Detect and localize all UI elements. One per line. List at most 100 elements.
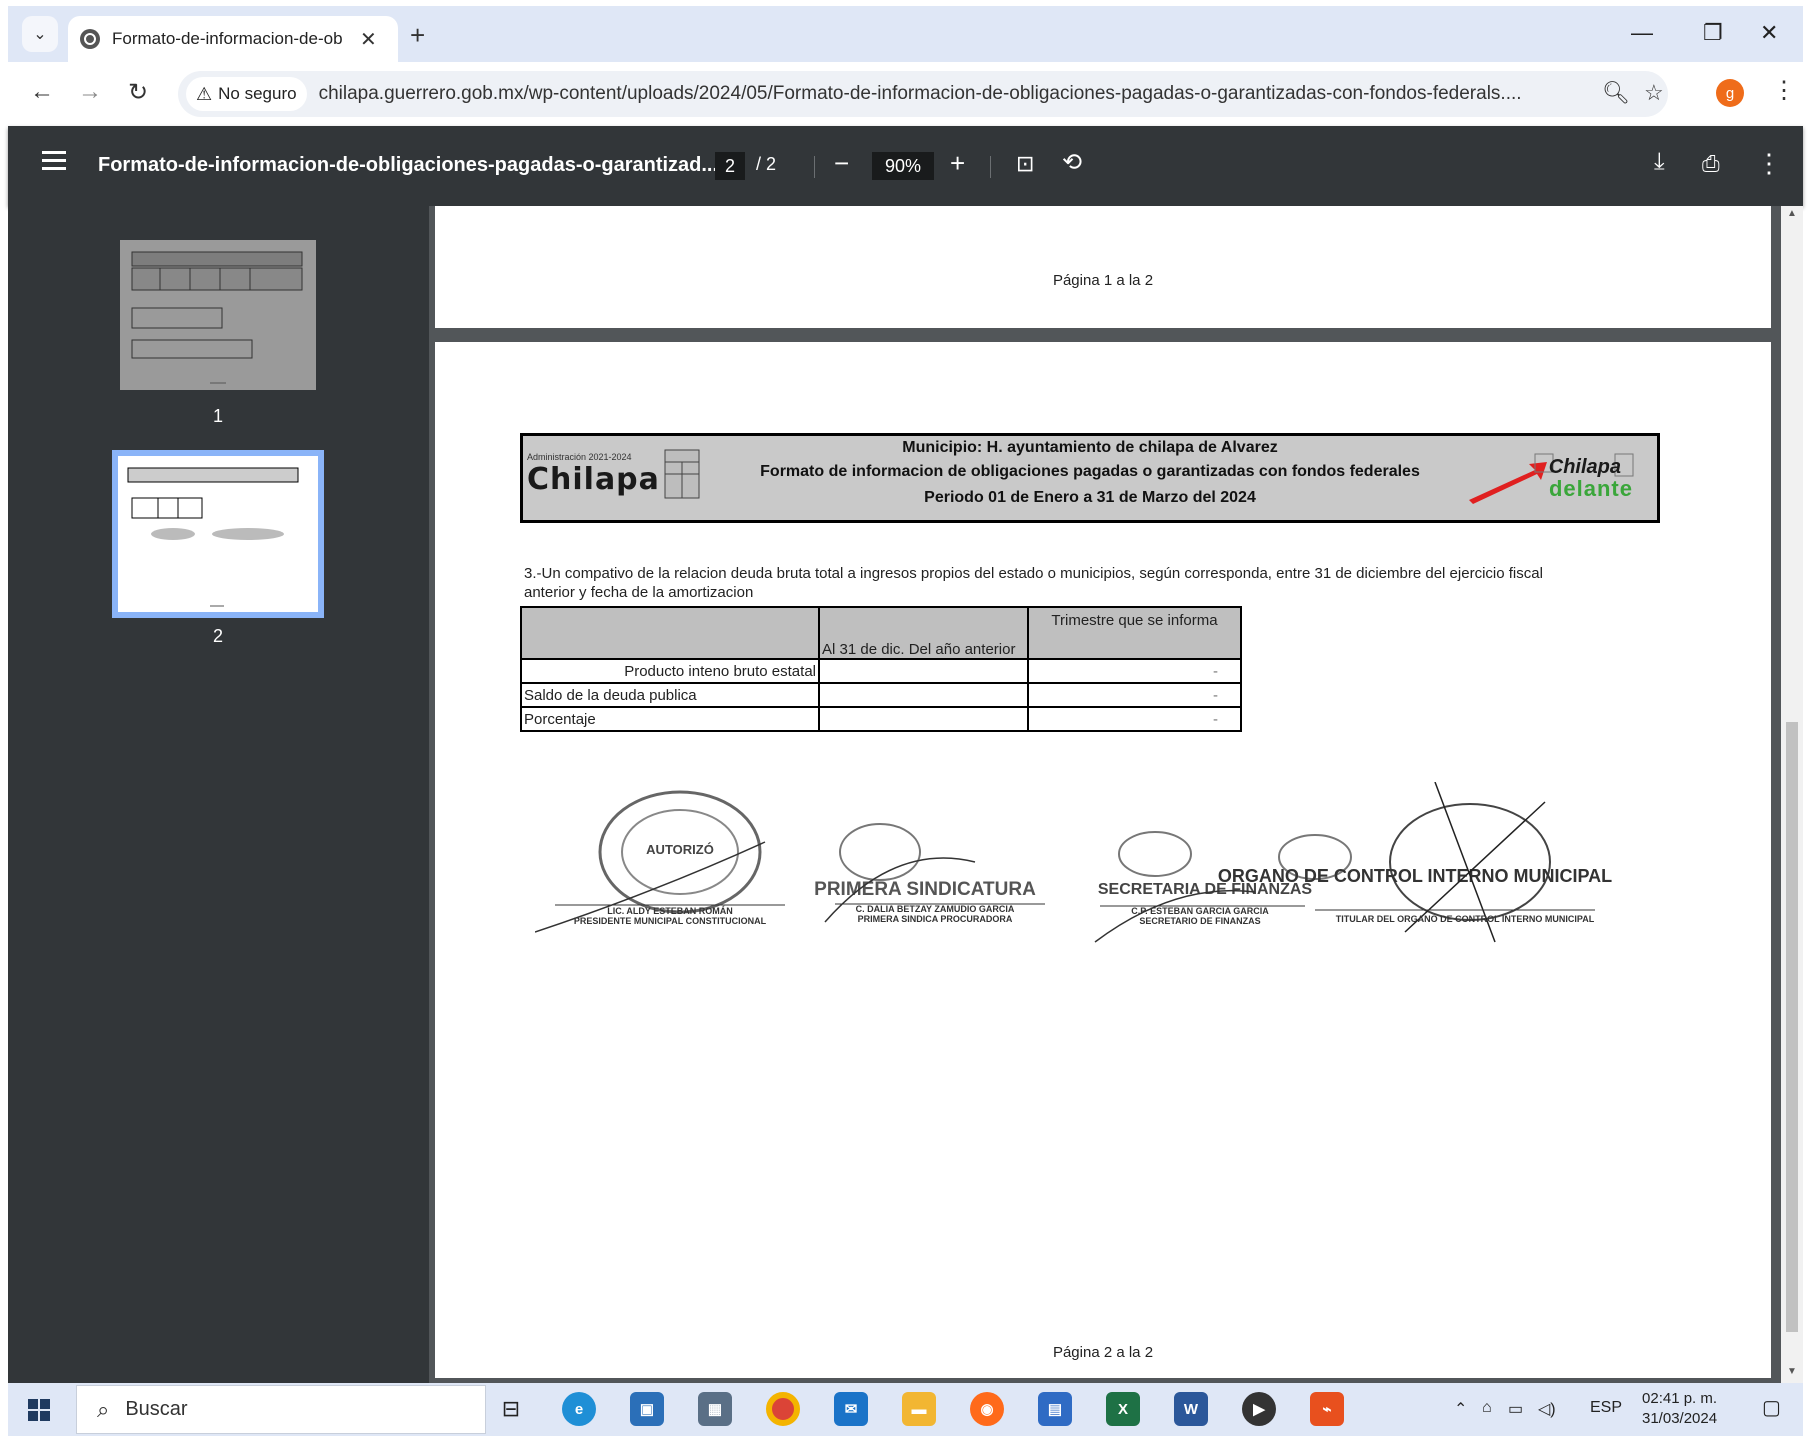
profile-avatar[interactable]: g [1716,79,1744,107]
thumbnail-2-preview [127,467,299,607]
zoom-level-input[interactable]: 90% [872,152,934,180]
url-text[interactable]: chilapa.guerrero.gob.mx/wp-content/uploa… [319,83,1589,105]
browser-tab[interactable]: Formato-de-informacion-de-ob ✕ [68,16,398,62]
notifications-icon[interactable]: ▢ [1762,1395,1781,1420]
firefox-icon[interactable]: ◉ [970,1392,1004,1426]
thumbnail-page-1[interactable] [120,240,316,390]
chrome-icon[interactable] [766,1392,800,1426]
download-icon[interactable]: ⤓ [1654,148,1665,176]
battery-icon[interactable]: ⌂ [1482,1399,1492,1417]
thumbnail-2-label: 2 [213,626,224,646]
security-label: No seguro [218,84,297,103]
fit-page-icon[interactable]: ⊡ [1016,151,1034,177]
viewer-scrollbar[interactable]: ▲ ▼ [1781,206,1803,1383]
back-button[interactable]: ← [30,78,54,106]
debt-comparison-table: Al 31 de dic. Del año anterior Trimestre… [520,606,1242,732]
tab-search-button[interactable]: ⌄ [22,16,58,52]
thumbnail-1-preview [131,251,303,384]
row-prior-value [818,658,1029,684]
sig2-role: PRIMERA SINDICA PROCURADORA [858,914,1013,924]
pdf-app-icon[interactable]: ⌁ [1310,1392,1344,1426]
signatures-block: AUTORIZÓ LIC. ALDY ESTEBAN ROMÁN PRESIDE… [535,782,1612,943]
zoom-out-icon[interactable]: − [834,148,849,179]
reload-button[interactable]: ↻ [128,78,148,107]
sidebar-toggle-icon[interactable] [42,151,66,171]
forward-button[interactable]: → [78,78,102,106]
contacts-icon[interactable]: ▣ [630,1392,664,1426]
toolbar-divider [814,156,815,178]
file-explorer-icon[interactable]: ▬ [902,1392,936,1426]
thumbnail-1-label: 1 [213,406,224,426]
volume-icon[interactable]: ◁) [1538,1399,1556,1419]
chevron-down-icon: ⌄ [33,26,47,43]
tab-title: Formato-de-informacion-de-ob [112,29,343,48]
row-label: Producto inteno bruto estatal [520,658,820,684]
pdf-viewer[interactable]: Página 1 a la 2 Administración 2021-2024… [429,206,1781,1383]
print-icon[interactable]: ⎙ [1702,151,1720,177]
svg-text:AUTORIZÓ: AUTORIZÓ [646,842,714,857]
media-player-icon[interactable]: ▶ [1242,1392,1276,1426]
mail-icon[interactable]: ✉ [834,1392,868,1426]
row-quarter-value: - [1027,682,1242,708]
sig1-name: LIC. ALDY ESTEBAN ROMÁN [607,906,733,916]
row-label: Saldo de la deuda publica [520,682,820,708]
row-quarter-value: - [1027,658,1242,684]
windows-taskbar: ⌕ Buscar ⊟ e ▣ ▦ ✉ ▬ ◉ ▤ X W ▶ ⌁ ⌃ ⌂ ▭ ◁… [8,1383,1803,1436]
sig3-role: SECRETARIO DE FINANZAS [1139,916,1260,926]
address-bar[interactable]: ⚠ No seguro chilapa.guerrero.gob.mx/wp-c… [178,71,1668,117]
scroll-down-icon[interactable]: ▼ [1787,1366,1797,1377]
store-icon[interactable]: ▤ [1038,1392,1072,1426]
windows-start-icon[interactable] [28,1399,50,1421]
word-icon[interactable]: W [1174,1392,1208,1426]
language-indicator[interactable]: ESP [1590,1399,1622,1417]
zoom-magnifier-icon[interactable]: 🔍︎ [1602,80,1630,106]
task-view-icon[interactable]: ⊟ [494,1392,528,1426]
table-row: Producto inteno bruto estatal - [520,658,1242,684]
row-prior-value [818,706,1029,732]
row-quarter-value: - [1027,706,1242,732]
row-prior-value [818,682,1029,708]
taskbar-search[interactable]: ⌕ Buscar [76,1385,486,1434]
table-row: Saldo de la deuda publica - [520,682,1242,708]
browser-menu-icon[interactable]: ⋮ [1772,76,1796,105]
table-header-row: Al 31 de dic. Del año anterior Trimestre… [520,606,1242,660]
scroll-thumb[interactable] [1786,722,1798,1332]
pdf-menu-icon[interactable]: ⋮ [1756,148,1782,179]
intro-paragraph: 3.-Un compativo de la relacion deuda bru… [524,565,1543,601]
svg-text:PRIMERA SINDICATURA: PRIMERA SINDICATURA [814,879,1036,900]
close-tab-icon[interactable]: ✕ [360,27,377,52]
excel-icon[interactable]: X [1106,1392,1140,1426]
tray-chevron-icon[interactable]: ⌃ [1454,1399,1467,1419]
taskbar-clock[interactable]: 02:41 p. m. 31/03/2024 [1642,1389,1717,1429]
document-header: Administración 2021-2024 Chilapa Municip… [520,433,1660,523]
zoom-in-icon[interactable]: + [950,148,965,179]
bookmark-star-icon[interactable]: ☆ [1644,80,1664,106]
thumbnail-page-2[interactable] [112,450,324,618]
warning-icon: ⚠ [196,83,213,104]
table-row: Porcentaje - [520,706,1242,732]
pdf-title: Formato-de-informacion-de-obligaciones-p… [98,154,719,176]
edge-icon[interactable]: e [562,1392,596,1426]
tab-strip: ⌄ Formato-de-informacion-de-ob ✕ + — ❐ ✕ [8,6,1803,62]
network-icon[interactable]: ▭ [1508,1399,1523,1419]
security-chip[interactable]: ⚠ No seguro [186,77,307,111]
taskbar-search-placeholder: Buscar [125,1398,188,1420]
search-icon: ⌕ [97,1396,110,1422]
clock-time: 02:41 p. m. [1642,1390,1718,1407]
close-window-button[interactable]: ✕ [1760,20,1778,46]
row-label: Porcentaje [520,706,820,732]
calculator-icon[interactable]: ▦ [698,1392,732,1426]
header-cell-label [520,606,820,660]
sig4-role: TITULAR DEL ORGANO DE CONTROL INTERNO MU… [1336,914,1595,924]
header-cell-prior-year: Al 31 de dic. Del año anterior [818,606,1029,660]
page-2-footer: Página 2 a la 2 [1052,1344,1154,1361]
toolbar-divider [990,156,991,178]
page-number-input[interactable]: 2 [715,152,745,180]
header-cell-quarter: Trimestre que se informa [1027,606,1242,660]
new-tab-button[interactable]: + [410,20,425,51]
restore-button[interactable]: ❐ [1703,20,1723,46]
minimize-button[interactable]: — [1631,20,1653,46]
globe-icon [80,29,100,49]
rotate-icon[interactable]: ⟲ [1062,148,1082,177]
scroll-up-icon[interactable]: ▲ [1787,208,1797,219]
